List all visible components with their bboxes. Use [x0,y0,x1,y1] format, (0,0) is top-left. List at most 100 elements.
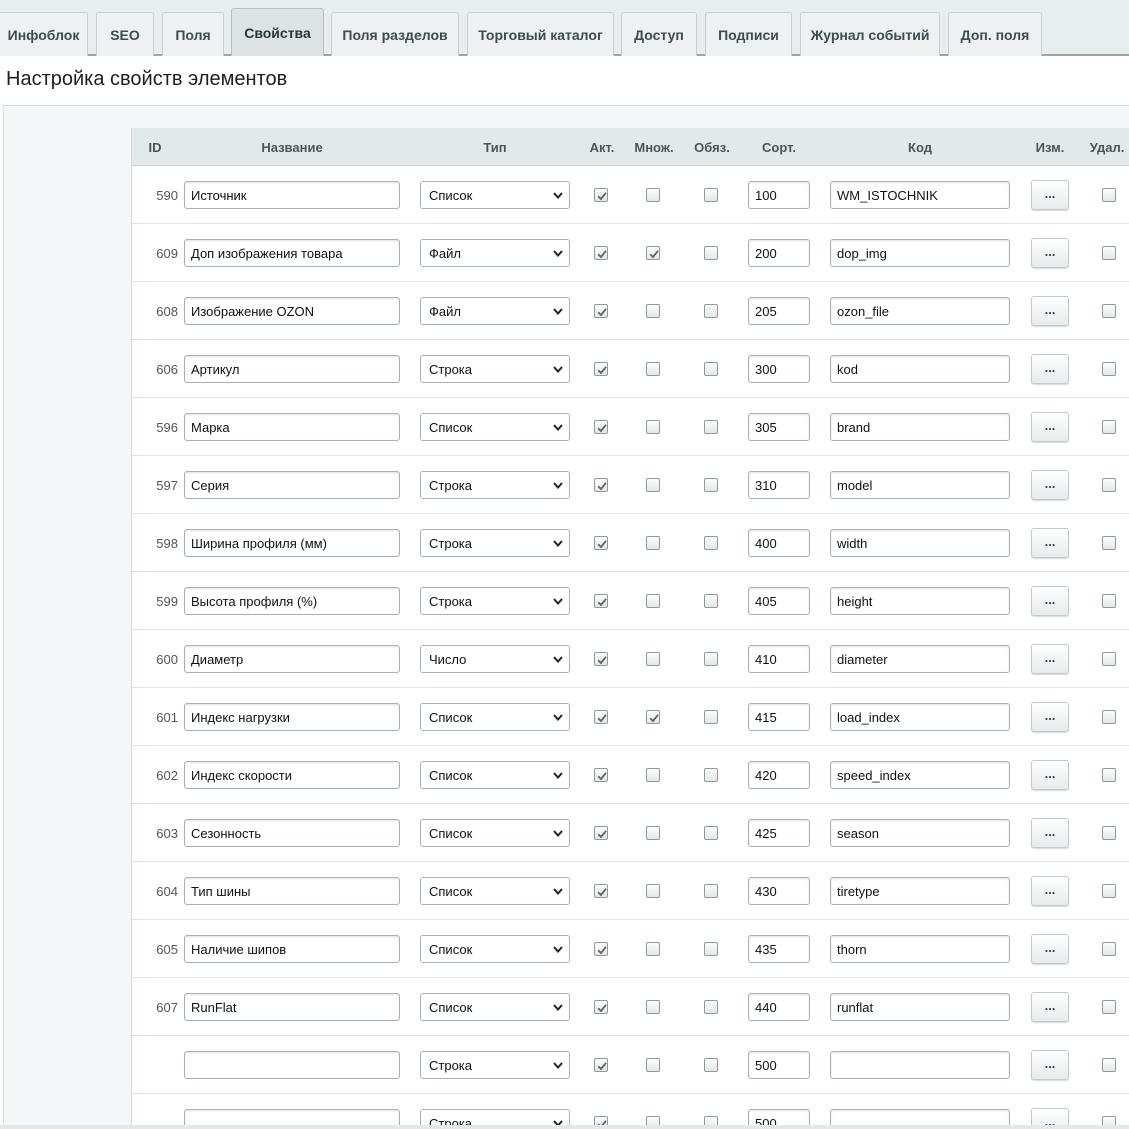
property-name-input[interactable] [184,471,400,499]
delete-checkbox[interactable] [1102,478,1116,492]
edit-property-button[interactable]: ... [1031,1050,1069,1080]
edit-property-button[interactable]: ... [1031,760,1069,790]
active-checkbox[interactable] [594,1000,608,1014]
edit-property-button[interactable]: ... [1031,876,1069,906]
edit-property-button[interactable]: ... [1031,470,1069,500]
code-input[interactable] [830,1051,1010,1079]
tab-fields[interactable]: Поля [162,12,224,56]
code-input[interactable] [830,703,1010,731]
sort-input[interactable] [748,297,810,325]
multiple-checkbox[interactable] [646,1058,660,1072]
property-name-input[interactable] [184,761,400,789]
edit-property-button[interactable]: ... [1031,702,1069,732]
delete-checkbox[interactable] [1102,536,1116,550]
code-input[interactable] [830,819,1010,847]
required-checkbox[interactable] [704,188,718,202]
horizontal-scrollbar[interactable] [0,1125,1129,1129]
property-type-select[interactable]: Строка [420,587,570,615]
delete-checkbox[interactable] [1102,362,1116,376]
sort-input[interactable] [748,761,810,789]
active-checkbox[interactable] [594,536,608,550]
property-name-input[interactable] [184,935,400,963]
property-name-input[interactable] [184,993,400,1021]
required-checkbox[interactable] [704,362,718,376]
sort-input[interactable] [748,471,810,499]
active-checkbox[interactable] [594,884,608,898]
multiple-checkbox[interactable] [646,420,660,434]
property-type-select[interactable]: Список [420,819,570,847]
delete-checkbox[interactable] [1102,188,1116,202]
edit-property-button[interactable]: ... [1031,412,1069,442]
active-checkbox[interactable] [594,420,608,434]
code-input[interactable] [830,587,1010,615]
active-checkbox[interactable] [594,246,608,260]
active-checkbox[interactable] [594,362,608,376]
property-name-input[interactable] [184,877,400,905]
sort-input[interactable] [748,1051,810,1079]
edit-property-button[interactable]: ... [1031,180,1069,210]
sort-input[interactable] [748,181,810,209]
property-name-input[interactable] [184,529,400,557]
required-checkbox[interactable] [704,536,718,550]
multiple-checkbox[interactable] [646,478,660,492]
sort-input[interactable] [748,993,810,1021]
property-name-input[interactable] [184,1051,400,1079]
delete-checkbox[interactable] [1102,1000,1116,1014]
code-input[interactable] [830,413,1010,441]
code-input[interactable] [830,355,1010,383]
property-type-select[interactable]: Список [420,877,570,905]
multiple-checkbox[interactable] [646,188,660,202]
tab-extra-fields[interactable]: Доп. поля [948,12,1042,56]
delete-checkbox[interactable] [1102,304,1116,318]
sort-input[interactable] [748,413,810,441]
sort-input[interactable] [748,819,810,847]
edit-property-button[interactable]: ... [1031,818,1069,848]
multiple-checkbox[interactable] [646,594,660,608]
property-name-input[interactable] [184,239,400,267]
property-type-select[interactable]: Список [420,935,570,963]
multiple-checkbox[interactable] [646,536,660,550]
delete-checkbox[interactable] [1102,420,1116,434]
active-checkbox[interactable] [594,942,608,956]
multiple-checkbox[interactable] [646,826,660,840]
sort-input[interactable] [748,529,810,557]
active-checkbox[interactable] [594,652,608,666]
delete-checkbox[interactable] [1102,884,1116,898]
active-checkbox[interactable] [594,768,608,782]
property-name-input[interactable] [184,181,400,209]
tab-section-fields[interactable]: Поля разделов [331,12,459,56]
delete-checkbox[interactable] [1102,652,1116,666]
delete-checkbox[interactable] [1102,1058,1116,1072]
active-checkbox[interactable] [594,478,608,492]
edit-property-button[interactable]: ... [1031,586,1069,616]
property-name-input[interactable] [184,819,400,847]
active-checkbox[interactable] [594,594,608,608]
tab-trade-catalog[interactable]: Торговый каталог [467,12,614,56]
code-input[interactable] [830,529,1010,557]
edit-property-button[interactable]: ... [1031,354,1069,384]
sort-input[interactable] [748,239,810,267]
sort-input[interactable] [748,877,810,905]
delete-checkbox[interactable] [1102,826,1116,840]
property-type-select[interactable]: Список [420,703,570,731]
property-type-select[interactable]: Строка [420,1051,570,1079]
required-checkbox[interactable] [704,478,718,492]
required-checkbox[interactable] [704,884,718,898]
property-type-select[interactable]: Файл [420,239,570,267]
required-checkbox[interactable] [704,942,718,956]
tab-properties[interactable]: Свойства [231,8,324,56]
delete-checkbox[interactable] [1102,710,1116,724]
delete-checkbox[interactable] [1102,768,1116,782]
delete-checkbox[interactable] [1102,942,1116,956]
code-input[interactable] [830,645,1010,673]
property-type-select[interactable]: Список [420,413,570,441]
edit-property-button[interactable]: ... [1031,296,1069,326]
required-checkbox[interactable] [704,304,718,318]
active-checkbox[interactable] [594,304,608,318]
code-input[interactable] [830,761,1010,789]
property-type-select[interactable]: Список [420,761,570,789]
tab-captions[interactable]: Подписи [705,12,792,56]
edit-property-button[interactable]: ... [1031,528,1069,558]
edit-property-button[interactable]: ... [1031,934,1069,964]
required-checkbox[interactable] [704,652,718,666]
